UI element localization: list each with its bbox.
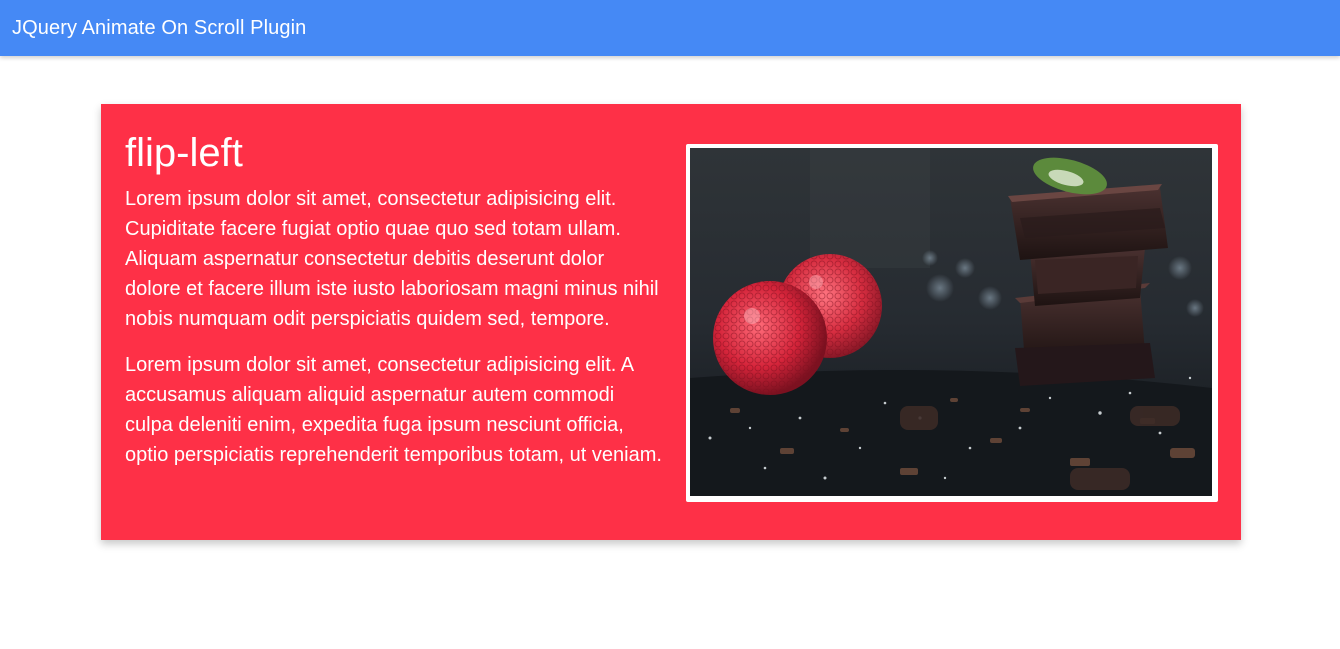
photo-frame: [686, 144, 1218, 502]
card-body: Lorem ipsum dolor sit amet, consectetur …: [125, 184, 665, 486]
card-paragraph-2: Lorem ipsum dolor sit amet, consectetur …: [125, 354, 662, 466]
page-title: JQuery Animate On Scroll Plugin: [12, 16, 307, 39]
content-card: flip-left Lorem ipsum dolor sit amet, co…: [101, 104, 1241, 540]
top-bar: JQuery Animate On Scroll Plugin: [0, 0, 1340, 56]
raspberry-chocolate-photo: [690, 148, 1212, 496]
card-title: flip-left: [125, 131, 243, 175]
card-paragraph-1: Lorem ipsum dolor sit amet, consectetur …: [125, 188, 659, 330]
photo-illustration: [690, 148, 1212, 496]
